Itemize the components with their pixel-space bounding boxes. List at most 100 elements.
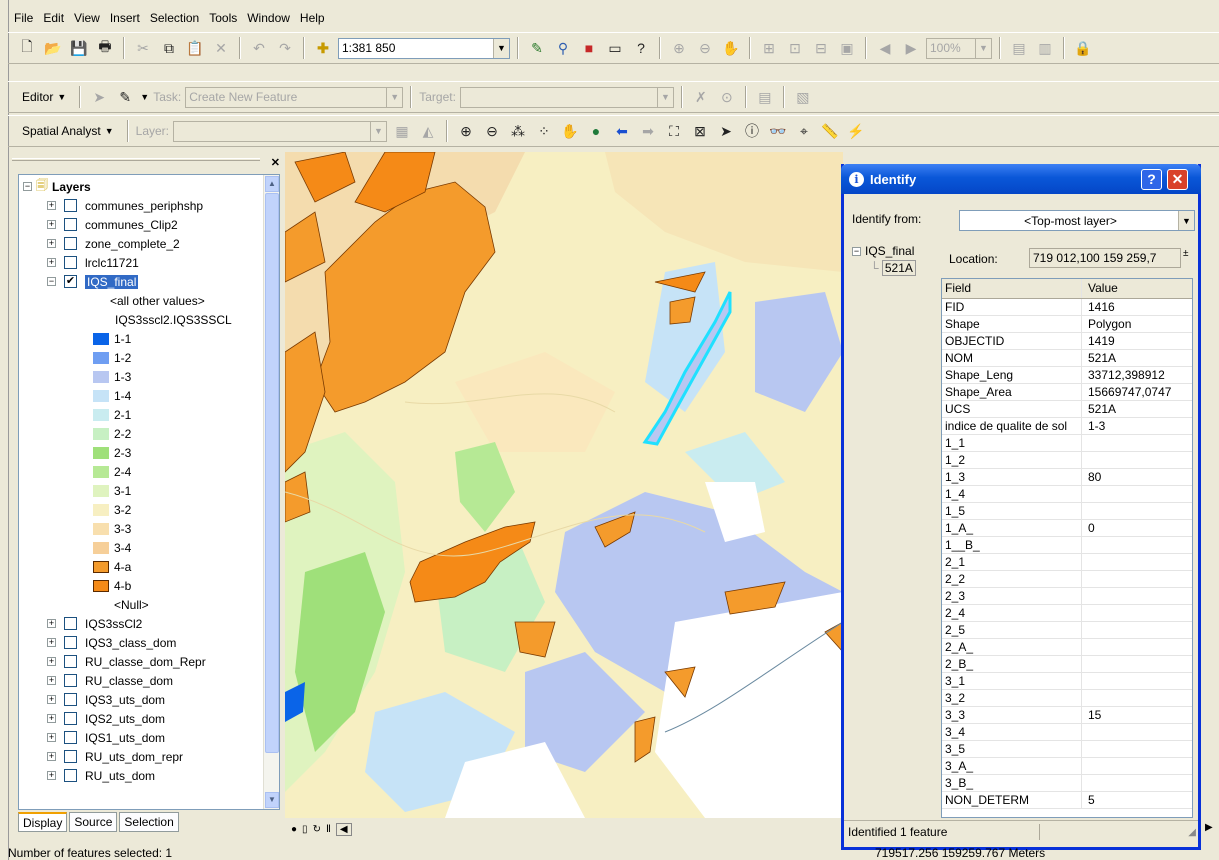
- expand-icon[interactable]: +: [47, 714, 56, 723]
- table-row[interactable]: NON_DETERM 5: [942, 792, 1192, 809]
- layer-name[interactable]: IQS3_class_dom: [85, 636, 176, 650]
- table-row[interactable]: 2_5: [942, 622, 1192, 639]
- table-row[interactable]: 1_1: [942, 435, 1192, 452]
- clear-selection-icon[interactable]: ⊠: [689, 120, 711, 142]
- copy-icon[interactable]: ⧉: [158, 37, 180, 59]
- layer-combo[interactable]: ▼: [173, 120, 387, 142]
- cut-icon[interactable]: ✂: [132, 37, 154, 59]
- hyperlink-icon[interactable]: ⚡: [845, 120, 867, 142]
- layer-visibility-checkbox[interactable]: ✔: [64, 275, 77, 288]
- pause-drawing-icon[interactable]: Ⅱ: [326, 824, 331, 835]
- arctoolbox-icon[interactable]: ■: [578, 37, 600, 59]
- layout-zoom-in-icon[interactable]: ⊕: [668, 37, 690, 59]
- delete-icon[interactable]: ✕: [210, 37, 232, 59]
- layer-name[interactable]: RU_uts_dom: [85, 769, 155, 783]
- menu-file[interactable]: File: [14, 11, 33, 25]
- help-icon[interactable]: ?: [1141, 169, 1162, 190]
- attributes-icon[interactable]: ▤: [754, 86, 776, 108]
- scroll-right-icon[interactable]: ▶: [1205, 822, 1213, 833]
- chevron-down-icon[interactable]: ▼: [140, 92, 149, 102]
- close-icon[interactable]: ✕: [1167, 169, 1188, 190]
- chevron-down-icon[interactable]: ▼: [1178, 211, 1194, 230]
- tree-feature-node[interactable]: └ 521A: [870, 260, 916, 276]
- measure-icon[interactable]: 📏: [819, 120, 841, 142]
- menu-edit[interactable]: Edit: [43, 11, 64, 25]
- collapse-icon[interactable]: −: [852, 246, 861, 256]
- table-row[interactable]: 3_1: [942, 673, 1192, 690]
- tab-display[interactable]: Display: [18, 812, 68, 832]
- layout-pan-icon[interactable]: ✋: [720, 37, 742, 59]
- table-row[interactable]: 3_2: [942, 690, 1192, 707]
- expand-icon[interactable]: +: [47, 220, 56, 229]
- field-column-header[interactable]: Field: [942, 279, 1082, 298]
- table-row[interactable]: 2_B_: [942, 656, 1192, 673]
- table-row[interactable]: 1_5: [942, 503, 1192, 520]
- table-row[interactable]: NOM 521A: [942, 350, 1192, 367]
- rotate-tool-icon[interactable]: ⊙: [716, 86, 738, 108]
- resize-grip-icon[interactable]: ◢: [1188, 827, 1196, 838]
- sketch-properties-icon[interactable]: ▧: [792, 86, 814, 108]
- expand-icon[interactable]: +: [47, 771, 56, 780]
- close-icon[interactable]: ✕: [271, 156, 280, 169]
- table-row[interactable]: indice de qualite de sol 1-3: [942, 418, 1192, 435]
- paste-icon[interactable]: 📋: [184, 37, 206, 59]
- editor-toolbar-icon[interactable]: ✎: [526, 37, 548, 59]
- scroll-down-icon[interactable]: ▼: [265, 792, 279, 808]
- table-row[interactable]: 2_1: [942, 554, 1192, 571]
- table-row[interactable]: 3_3 15: [942, 707, 1192, 724]
- save-icon[interactable]: 💾: [68, 37, 90, 59]
- menu-window[interactable]: Window: [247, 11, 290, 25]
- layer-visibility-checkbox[interactable]: [64, 218, 77, 231]
- editor-menu-button[interactable]: Editor ▼: [16, 90, 72, 104]
- zoom-in-icon[interactable]: ⊕: [455, 120, 477, 142]
- table-row[interactable]: Shape Polygon: [942, 316, 1192, 333]
- layer-visibility-checkbox[interactable]: [64, 617, 77, 630]
- add-data-icon[interactable]: ✚: [312, 37, 334, 59]
- map-scale-combo[interactable]: 1:381 850 ▼: [338, 37, 510, 59]
- toggle-draft-icon[interactable]: ▤: [1008, 37, 1030, 59]
- expand-icon[interactable]: +: [47, 676, 56, 685]
- zoom-out-icon[interactable]: ⊖: [481, 120, 503, 142]
- chevron-down-icon[interactable]: ▼: [370, 121, 386, 141]
- focus-frame-icon[interactable]: ▥: [1034, 37, 1056, 59]
- layer-name[interactable]: IQS_final: [85, 274, 139, 289]
- layer-visibility-checkbox[interactable]: [64, 655, 77, 668]
- undo-icon[interactable]: ↶: [248, 37, 270, 59]
- table-row[interactable]: FID 1416: [942, 299, 1192, 316]
- collapse-icon[interactable]: −: [47, 277, 56, 286]
- table-row[interactable]: 3_4: [942, 724, 1192, 741]
- table-row[interactable]: Shape_Area 15669747,0747: [942, 384, 1192, 401]
- identify-icon[interactable]: ⓘ: [741, 120, 763, 142]
- go-forward-extent-icon[interactable]: ▶: [900, 37, 922, 59]
- layer-visibility-checkbox[interactable]: [64, 750, 77, 763]
- fixed-zoom-out-icon[interactable]: ⁘: [533, 120, 555, 142]
- select-features-icon[interactable]: ⛶: [663, 120, 685, 142]
- layer-visibility-checkbox[interactable]: [64, 769, 77, 782]
- pan-icon[interactable]: ✋: [559, 120, 581, 142]
- edit-tool-icon[interactable]: ➤: [88, 86, 110, 108]
- task-combo[interactable]: Create New Feature ▼: [185, 86, 404, 108]
- identify-from-combo[interactable]: <Top-most layer> ▼: [959, 210, 1195, 231]
- chevron-down-icon[interactable]: ▼: [656, 87, 673, 107]
- layout-zoom-out-icon[interactable]: ⊖: [694, 37, 716, 59]
- table-row[interactable]: 1_4: [942, 486, 1192, 503]
- layer-visibility-checkbox[interactable]: [64, 731, 77, 744]
- table-row[interactable]: 1_A_ 0: [942, 520, 1192, 537]
- select-elements-icon[interactable]: ➤: [715, 120, 737, 142]
- expand-icon[interactable]: +: [47, 239, 56, 248]
- new-document-icon[interactable]: 🗋: [16, 37, 38, 59]
- expand-icon[interactable]: +: [47, 201, 56, 210]
- chevron-down-icon[interactable]: ▼: [386, 87, 403, 107]
- split-tool-icon[interactable]: ✗: [690, 86, 712, 108]
- arccatalog-icon[interactable]: ⚲: [552, 37, 574, 59]
- scroll-thumb[interactable]: [265, 193, 279, 753]
- table-row[interactable]: 3_B_: [942, 775, 1192, 792]
- layer-name[interactable]: IQS3_uts_dom: [85, 693, 165, 707]
- back-arrow-icon[interactable]: ⬅: [611, 120, 633, 142]
- fixed-zoom-out-icon[interactable]: ⊟: [810, 37, 832, 59]
- layer-name[interactable]: RU_classe_dom: [85, 674, 173, 688]
- map-canvas[interactable]: [285, 152, 843, 818]
- go-to-xy-icon[interactable]: ⌖: [793, 120, 815, 142]
- collapse-icon[interactable]: −: [23, 182, 32, 191]
- tree-layer-node[interactable]: − IQS_final: [852, 244, 914, 258]
